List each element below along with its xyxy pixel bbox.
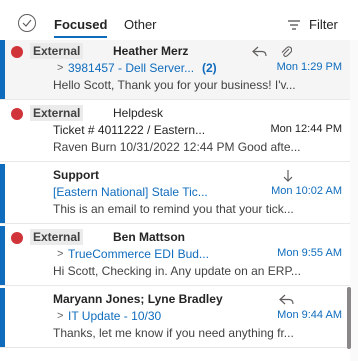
unread-indicator: [0, 164, 5, 223]
external-tag: External: [30, 229, 84, 245]
message-preview: Raven Burn 10/31/2022 12:44 PM Good afte…: [53, 140, 301, 154]
list-header: Focused Other Filter: [0, 0, 358, 40]
active-tab-indicator: [54, 36, 108, 38]
sender-name: Helpdesk: [113, 106, 164, 120]
low-importance-icon: [283, 170, 293, 182]
select-all-checkbox[interactable]: [18, 14, 36, 32]
thread-chevron-icon[interactable]: >: [57, 62, 63, 74]
sender-name: Support: [53, 168, 99, 182]
external-dot-icon: [11, 108, 23, 120]
filter-icon[interactable]: [287, 19, 301, 31]
unread-indicator: [0, 40, 5, 99]
thread-chevron-icon[interactable]: >: [57, 310, 63, 322]
checkmark-icon: [22, 19, 32, 27]
subject: [Eastern National] Stale Tic...: [53, 185, 208, 199]
message-preview: Hi Scott, Checking in. Any update on an …: [53, 264, 301, 278]
received-time: Mon 9:55 AM: [277, 247, 342, 259]
message-preview: Thanks, let me know if you need anything…: [53, 326, 294, 340]
subject: Ticket # 4011222 / Eastern...: [53, 123, 206, 137]
sender-name: Heather Merz: [113, 44, 189, 58]
message-list: External Heather Merz > 3981457 - Dell S…: [0, 40, 350, 361]
tab-focused[interactable]: Focused: [54, 17, 108, 38]
subject: TrueCommerce EDI Bud...: [68, 247, 209, 261]
external-dot-icon: [11, 46, 23, 58]
sender-name: Maryann Jones; Lyne Bradley: [53, 292, 223, 306]
subject: IT Update - 10/30: [68, 309, 162, 323]
message-item[interactable]: External Helpdesk Ticket # 4011222 / Eas…: [0, 102, 350, 162]
scrollbar-track[interactable]: [350, 40, 358, 361]
unread-indicator: [0, 226, 5, 285]
thread-count: (2): [202, 61, 217, 75]
scrollbar-thumb[interactable]: [347, 287, 351, 349]
filter-button[interactable]: Filter: [309, 17, 338, 32]
tab-focused-label: Focused: [54, 17, 108, 32]
subject: 3981457 - Dell Server...: [68, 61, 195, 75]
message-item[interactable]: External Heather Merz > 3981457 - Dell S…: [0, 40, 350, 100]
reply-icon[interactable]: [279, 294, 295, 306]
attachment-icon: [281, 46, 292, 57]
message-item[interactable]: Support [Eastern National] Stale Tic... …: [0, 164, 350, 224]
unread-indicator: [0, 288, 5, 347]
received-time: Mon 9:44 AM: [277, 309, 342, 321]
external-dot-icon: [11, 232, 23, 244]
tab-other-label: Other: [124, 17, 157, 32]
message-preview: This is an email to remind you that your…: [53, 202, 294, 216]
sender-name: Ben Mattson: [113, 230, 185, 244]
external-tag: External: [30, 105, 84, 121]
message-item[interactable]: Maryann Jones; Lyne Bradley > IT Update …: [0, 288, 350, 348]
tab-other[interactable]: Other: [124, 17, 157, 32]
received-time: Mon 1:29 PM: [276, 61, 342, 73]
message-item[interactable]: External Ben Mattson > TrueCommerce EDI …: [0, 226, 350, 286]
reply-icon[interactable]: [252, 46, 268, 58]
message-preview: Hello Scott, Thank you for your business…: [53, 78, 296, 92]
received-time: Mon 12:44 PM: [270, 123, 342, 135]
mail-list-pane: Focused Other Filter External Heather Me…: [0, 0, 358, 361]
thread-chevron-icon[interactable]: >: [57, 248, 63, 260]
received-time: Mon 10:02 AM: [271, 185, 342, 197]
external-tag: External: [30, 43, 84, 59]
